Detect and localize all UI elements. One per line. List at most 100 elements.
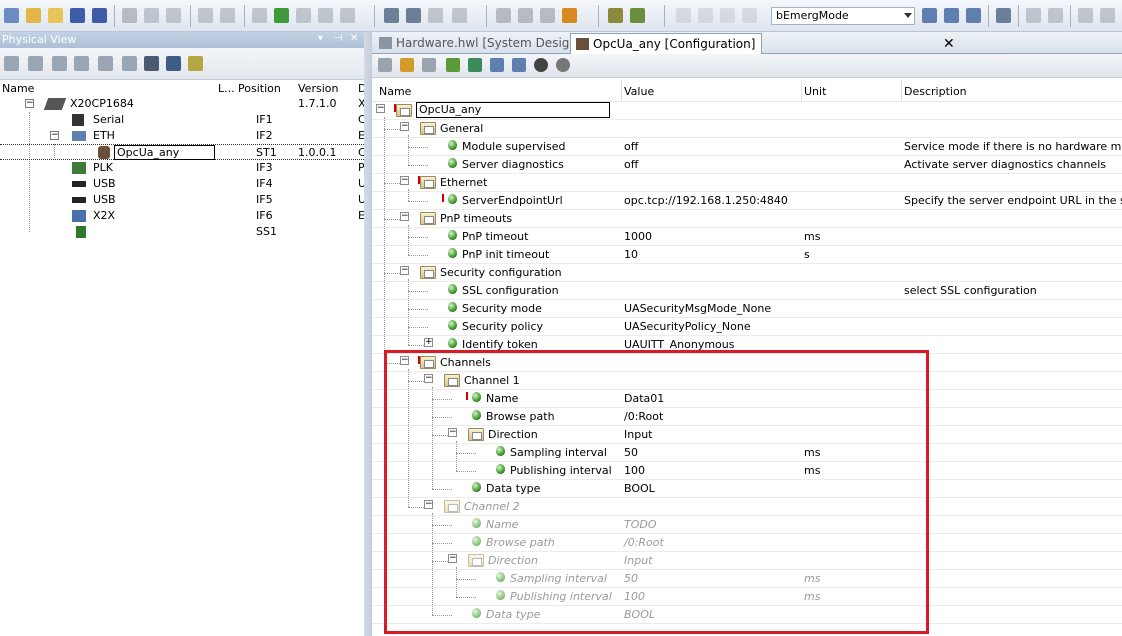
pin-icon[interactable]: ⊣: [334, 33, 343, 44]
expand-icon[interactable]: [446, 58, 460, 72]
parameter-row[interactable]: Browse path/0:Root: [372, 534, 1122, 552]
parameter-value[interactable]: 1000: [624, 230, 652, 243]
module-copy-icon[interactable]: [52, 56, 67, 71]
star-icon[interactable]: [422, 58, 436, 72]
module-icon[interactable]: [4, 56, 19, 71]
list-view-icon[interactable]: [406, 8, 421, 23]
close-window-icon[interactable]: [428, 8, 443, 23]
parameter-value[interactable]: BOOL: [624, 482, 655, 495]
copy-icon[interactable]: [144, 8, 159, 23]
find-next-icon[interactable]: [944, 8, 959, 23]
parameter-value[interactable]: Input: [624, 554, 652, 567]
new-project-icon[interactable]: [4, 8, 19, 23]
module-settings-icon[interactable]: [28, 56, 43, 71]
collapse-icon[interactable]: −: [400, 212, 409, 221]
parameter-row[interactable]: Sampling interval 50 ms: [372, 444, 1122, 462]
parameter-value[interactable]: opc.tcp://192.168.1.250:4840: [624, 194, 788, 207]
column-divider[interactable]: [801, 80, 802, 102]
parameter-value[interactable]: BOOL: [624, 608, 655, 621]
group-row[interactable]: − Channels: [372, 354, 1122, 372]
collapse-icon[interactable]: −: [50, 131, 59, 140]
collapse-icon[interactable]: −: [400, 266, 409, 275]
parameter-row[interactable]: Security policy UASecurityPolicy_None: [372, 318, 1122, 336]
bookmark-icon[interactable]: [742, 8, 757, 23]
panel-splitter[interactable]: [364, 32, 372, 636]
delete-icon[interactable]: [252, 8, 267, 23]
parameter-row[interactable]: Publishing interval 100 ms: [372, 588, 1122, 606]
parameter-value[interactable]: TODO: [624, 518, 657, 531]
parameter-row[interactable]: ServerEndpointUrl opc.tcp://192.168.1.250…: [372, 192, 1122, 210]
tree-label-edit[interactable]: OpcUa_any: [114, 145, 215, 160]
debug-step-icon[interactable]: [630, 8, 645, 23]
parameter-value[interactable]: off: [624, 140, 638, 153]
module-configure-icon[interactable]: [74, 56, 89, 71]
parameter-value[interactable]: 50: [624, 572, 638, 585]
collapse-icon[interactable]: −: [400, 176, 409, 185]
parameter-value[interactable]: 50: [624, 446, 638, 459]
parameter-value[interactable]: UASecurityMsgMode_None: [624, 302, 771, 315]
parameter-row[interactable]: SSL configuration select SSL configuratio…: [372, 282, 1122, 300]
parameter-row[interactable]: Name TODO: [372, 516, 1122, 534]
tab-hardware[interactable]: Hardware.hwl [System Designer]: [374, 33, 594, 54]
collapse-icon[interactable]: −: [448, 428, 457, 437]
group-row[interactable]: − Channel 1: [372, 372, 1122, 390]
group-row[interactable]: − Security configuration: [372, 264, 1122, 282]
parameter-row[interactable]: Security mode UASecurityMsgMode_None: [372, 300, 1122, 318]
module-io-icon[interactable]: [98, 56, 113, 71]
parameter-row[interactable]: PnP timeout 1000 ms: [372, 228, 1122, 246]
parameter-row[interactable]: PnP init timeout 10 s: [372, 246, 1122, 264]
group-row[interactable]: − PnP timeouts: [372, 210, 1122, 228]
parameter-row[interactable]: Data type BOOL: [372, 480, 1122, 498]
col-header-l[interactable]: L...: [218, 82, 235, 95]
tree-row[interactable]: − ETH IF2 E: [0, 128, 365, 144]
collapse-icon[interactable]: −: [448, 554, 457, 563]
col-header-position[interactable]: Position: [238, 82, 281, 95]
build-icon[interactable]: [296, 8, 311, 23]
arrow-down-icon[interactable]: [1100, 8, 1115, 23]
cut-icon[interactable]: [122, 8, 137, 23]
rebuild-icon[interactable]: [318, 8, 333, 23]
uncomment-icon[interactable]: [720, 8, 735, 23]
tree-row[interactable]: USB IF4 U: [0, 176, 366, 192]
group-row[interactable]: − Ethernet: [372, 174, 1122, 192]
arrow-up-icon[interactable]: [1078, 8, 1093, 23]
parameter-value[interactable]: 100: [624, 464, 645, 477]
module-export-icon[interactable]: [122, 56, 137, 71]
link-icon[interactable]: [556, 58, 570, 72]
parameter-row[interactable]: Server diagnostics off Activate server dia…: [372, 156, 1122, 174]
parameter-value[interactable]: Input: [624, 428, 652, 441]
add-item-icon[interactable]: [400, 58, 414, 72]
group-row[interactable]: − Direction Input: [372, 552, 1122, 570]
search-icon[interactable]: [144, 56, 159, 71]
sort-za-icon[interactable]: [1048, 8, 1063, 23]
open-project-icon[interactable]: [26, 8, 41, 23]
record-icon[interactable]: [534, 58, 548, 72]
save-icon[interactable]: [70, 8, 85, 23]
parameter-value[interactable]: off: [624, 158, 638, 171]
debug-icon[interactable]: [608, 8, 623, 23]
column-divider[interactable]: [621, 80, 622, 102]
parameter-row[interactable]: Data type BOOL: [372, 606, 1122, 624]
collapse-all-icon[interactable]: [468, 58, 482, 72]
monitor-icon[interactable]: [496, 8, 511, 23]
collapse-icon[interactable]: −: [400, 356, 409, 365]
tree-row[interactable]: X2X IF6 E: [0, 208, 365, 224]
parameter-row[interactable]: Sampling interval 50 ms: [372, 570, 1122, 588]
collapse-icon[interactable]: −: [424, 374, 433, 383]
watch-icon[interactable]: [676, 8, 691, 23]
parameter-row[interactable]: Browse path/0:Root: [372, 408, 1122, 426]
parameter-row[interactable]: Module supervised off Service mode if ther…: [372, 138, 1122, 156]
network-icon[interactable]: [166, 56, 181, 71]
transfer-icon[interactable]: [340, 8, 355, 23]
col-header-value[interactable]: Value: [624, 85, 654, 98]
module-name-edit[interactable]: OpcUa_any: [416, 102, 610, 118]
properties-icon[interactable]: [378, 58, 392, 72]
parameter-row[interactable]: + Identify token UAUITT_Anonymous: [372, 336, 1122, 354]
col-header-name[interactable]: Name: [379, 85, 411, 98]
sort-az-icon[interactable]: [1026, 8, 1041, 23]
expand-icon[interactable]: +: [424, 338, 433, 347]
tree-row-selected[interactable]: OpcUa_any ST1 1.0.0.1 C: [0, 144, 366, 160]
mode-select[interactable]: bEmergMode: [771, 7, 915, 25]
redo-icon[interactable]: [220, 8, 235, 23]
find-prev-icon[interactable]: [966, 8, 981, 23]
